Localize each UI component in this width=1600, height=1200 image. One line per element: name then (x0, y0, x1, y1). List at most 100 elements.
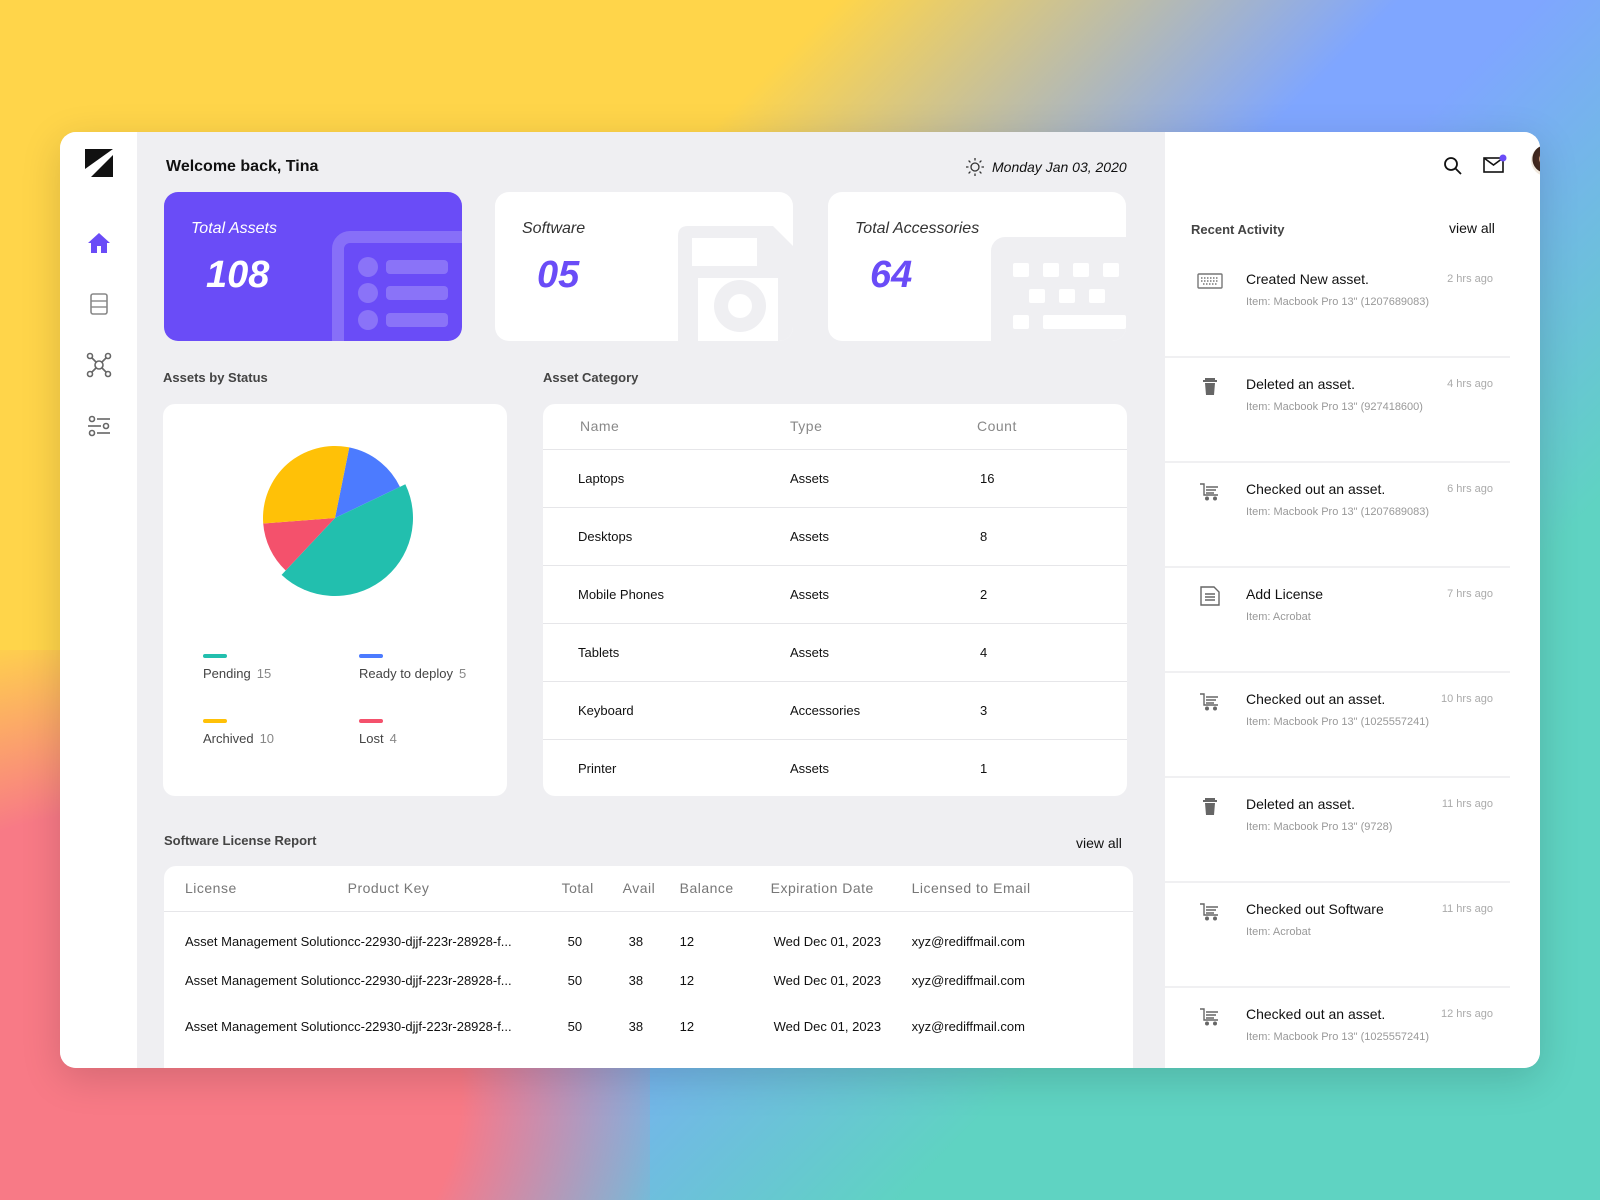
activity-title: Created New asset. (1246, 271, 1369, 287)
table-cell: 8 (977, 507, 1127, 566)
status-card: Pending 15 Ready to deploy 5 Archived 10 Lo… (163, 404, 507, 796)
activity-title: Checked out Software (1246, 901, 1384, 917)
activity-title: Add License (1246, 586, 1324, 602)
table-cell: 38 (628, 1018, 644, 1034)
legend-label: Ready to deploy (359, 666, 453, 681)
activity-item[interactable]: Deleted an asset. Item: Macbook Pro 13" (… (1165, 358, 1510, 463)
legend-label: Archived (203, 731, 254, 746)
sliders-icon[interactable] (84, 411, 114, 441)
keyboard-icon (1197, 271, 1223, 291)
table-row[interactable]: Printer Assets 1 (543, 739, 1127, 796)
table-cell: 2 (977, 565, 1127, 624)
stat-card-total-accessories[interactable]: Total Accessories 64 (828, 192, 1126, 341)
list-icon (332, 231, 462, 341)
pie-chart (263, 446, 413, 596)
column-header: License (164, 866, 348, 912)
activity-subtitle: Item: Macbook Pro 13" (9728) (1246, 821, 1393, 833)
activity-panel: Recent Activity view all Created New ass… (1165, 132, 1540, 1068)
legend-count: 10 (259, 731, 275, 746)
floppy-disk-icon (678, 226, 793, 341)
search-icon[interactable] (1443, 156, 1463, 176)
activity-time: 6 hrs ago (1447, 483, 1493, 495)
activity-view-all-link[interactable]: view all (1449, 220, 1495, 236)
stat-card-software[interactable]: Software 05 (495, 192, 793, 341)
table-cell: 12 (679, 1018, 695, 1034)
activity-item[interactable]: Created New asset. Item: Macbook Pro 13" … (1165, 253, 1510, 358)
stat-value: 108 (206, 254, 270, 296)
table-row[interactable]: Asset Management Solution cc-22930-djjf-2… (164, 1003, 1133, 1049)
legend-swatch (359, 719, 383, 723)
table-cell: Asset Management Solution (185, 933, 348, 949)
table-row[interactable]: Desktops Assets 8 (543, 507, 1127, 566)
table-row[interactable]: Laptops Assets 16 (543, 449, 1127, 508)
column-header: Licensed to Email (911, 866, 1133, 912)
column-header-count: Count (977, 404, 1127, 450)
home-icon[interactable] (84, 228, 114, 258)
stat-value: 64 (870, 254, 913, 296)
sidebar (60, 132, 137, 1068)
sun-icon (966, 158, 984, 176)
activity-subtitle: Item: Macbook Pro 13" (1207689083) (1246, 296, 1430, 308)
activity-item[interactable]: Checked out an asset. Item: Macbook Pro 1… (1165, 988, 1510, 1068)
table-cell: 38 (628, 933, 644, 949)
activity-item[interactable]: Checked out an asset. Item: Macbook Pro 1… (1165, 463, 1510, 568)
column-header: Avail (622, 866, 680, 912)
server-icon[interactable] (84, 289, 114, 319)
activity-time: 4 hrs ago (1447, 378, 1493, 390)
section-title-status: Assets by Status (163, 370, 268, 385)
license-table: License Product Key Total Avail Balance Expir… (164, 866, 1133, 1049)
table-cell: 50 (567, 1018, 583, 1034)
table-cell: 50 (567, 933, 583, 949)
table-cell: cc-22930-djjf-223r-28928-f... (347, 1018, 512, 1034)
cart-icon (1197, 481, 1223, 501)
column-header: Product Key (347, 866, 562, 912)
activity-time: 10 hrs ago (1441, 693, 1493, 705)
legend-label: Pending (203, 666, 251, 681)
legend-count: 4 (389, 731, 397, 746)
network-icon[interactable] (84, 350, 114, 380)
table-cell: Mobile Phones (543, 565, 790, 624)
table-row[interactable]: Tablets Assets 4 (543, 623, 1127, 682)
legend-swatch (203, 654, 227, 658)
cart-icon (1197, 901, 1223, 921)
activity-item[interactable]: Add License Item: Acrobat 7 hrs ago (1165, 568, 1510, 673)
activity-item[interactable]: Deleted an asset. Item: Macbook Pro 13" (… (1165, 778, 1510, 883)
table-cell: Desktops (543, 507, 790, 566)
section-title-category: Asset Category (543, 370, 639, 385)
legend-count: 5 (458, 666, 467, 681)
stat-card-total-assets[interactable]: Total Assets 108 (164, 192, 462, 341)
table-row[interactable]: Asset Management Solution cc-22930-djjf-2… (164, 957, 1133, 1003)
activity-time: 2 hrs ago (1447, 273, 1493, 285)
category-table-card: Name Type Count Laptops Assets 16 Desktops A… (543, 404, 1127, 796)
column-header: Expiration Date (770, 866, 912, 912)
table-cell: 50 (567, 972, 583, 988)
avatar[interactable] (1531, 145, 1540, 176)
trash-icon (1197, 796, 1223, 816)
activity-item[interactable]: Checked out an asset. Item: Macbook Pro 1… (1165, 673, 1510, 778)
license-view-all-link[interactable]: view all (1076, 835, 1122, 851)
legend-swatch (203, 719, 227, 723)
activity-time: 12 hrs ago (1441, 1008, 1493, 1020)
table-cell: Assets (790, 760, 830, 776)
activity-item[interactable]: Checked out Software Item: Acrobat 11 hrs … (1165, 883, 1510, 988)
cart-icon (1197, 1006, 1223, 1026)
activity-time: 11 hrs ago (1441, 903, 1493, 915)
table-row[interactable]: Asset Management Solution cc-22930-djjf-2… (164, 911, 1133, 957)
legend-pending: Pending 15 (203, 654, 271, 681)
table-row[interactable]: Keyboard Accessories 3 (543, 681, 1127, 740)
activity-subtitle: Item: Acrobat (1246, 611, 1311, 623)
activity-title: Deleted an asset. (1246, 376, 1355, 392)
date-display: Monday Jan 03, 2020 (966, 158, 1127, 176)
mail-icon[interactable] (1483, 154, 1507, 174)
stat-label: Total Assets (191, 220, 277, 237)
table-cell: Tablets (543, 623, 790, 682)
activity-time: 11 hrs ago (1441, 798, 1493, 810)
table-cell: cc-22930-djjf-223r-28928-f... (347, 933, 512, 949)
table-cell: Printer (578, 760, 617, 776)
table-cell: cc-22930-djjf-223r-28928-f... (347, 972, 512, 988)
table-cell: 12 (679, 933, 695, 949)
table-cell: Assets (790, 449, 977, 508)
table-cell: 12 (679, 972, 695, 988)
table-row[interactable]: Mobile Phones Assets 2 (543, 565, 1127, 624)
activity-subtitle: Item: Macbook Pro 13" (1025557241) (1246, 1031, 1430, 1043)
